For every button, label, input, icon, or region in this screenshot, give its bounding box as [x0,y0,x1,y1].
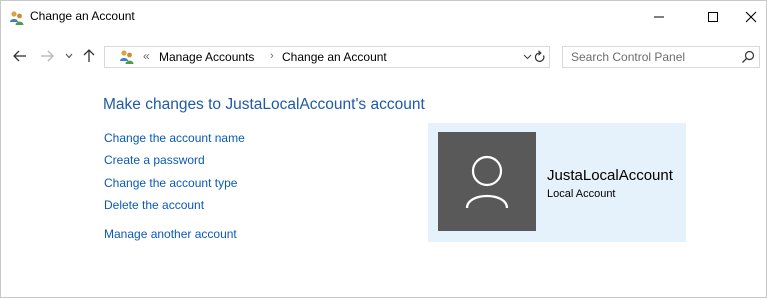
maximize-button[interactable] [691,1,735,33]
avatar [438,132,536,231]
change-account-window: Change an Account « Manage Accounts › Ch… [0,0,767,298]
up-button[interactable] [80,45,98,67]
account-card: JustaLocalAccount Local Account [428,123,686,242]
arrow-left-icon [13,50,26,62]
manage-another-account-link[interactable]: Manage another account [104,227,237,241]
minimize-button[interactable] [637,1,681,33]
breadcrumb-separator-icon[interactable]: › [270,50,274,62]
arrow-right-icon [41,50,54,62]
breadcrumb-manage-accounts[interactable]: Manage Accounts [159,50,254,64]
delete-account-link[interactable]: Delete the account [104,198,204,212]
change-account-type-link[interactable]: Change the account type [104,176,237,190]
account-type: Local Account [547,188,616,200]
title-bar[interactable]: Change an Account [1,1,766,33]
overflow-chevron-icon[interactable]: « [143,49,150,63]
back-button[interactable] [11,45,29,67]
search-input[interactable] [571,49,731,65]
close-icon [745,11,757,23]
user-icon [465,155,509,209]
account-name: JustaLocalAccount [547,167,673,184]
close-button[interactable] [734,1,767,33]
refresh-button[interactable] [529,46,551,68]
window-title: Change an Account [30,9,135,23]
address-bar[interactable]: « Manage Accounts › Change an Account [104,46,550,68]
page-heading: Make changes to JustaLocalAccount's acco… [103,96,425,113]
navigation-bar: « Manage Accounts › Change an Account [1,41,766,73]
maximize-icon [708,12,718,22]
refresh-icon [534,50,545,62]
users-icon [120,50,134,64]
chevron-down-icon [65,53,73,59]
change-account-name-link[interactable]: Change the account name [104,131,245,145]
minimize-icon [654,16,664,18]
create-password-link[interactable]: Create a password [104,153,205,167]
users-icon [10,11,24,25]
search-icon[interactable] [741,50,755,64]
forward-button[interactable] [38,45,56,67]
recent-locations-button[interactable] [62,45,76,67]
arrow-up-icon [83,49,95,62]
breadcrumb-change-an-account[interactable]: Change an Account [282,50,387,64]
search-box[interactable] [562,46,760,68]
